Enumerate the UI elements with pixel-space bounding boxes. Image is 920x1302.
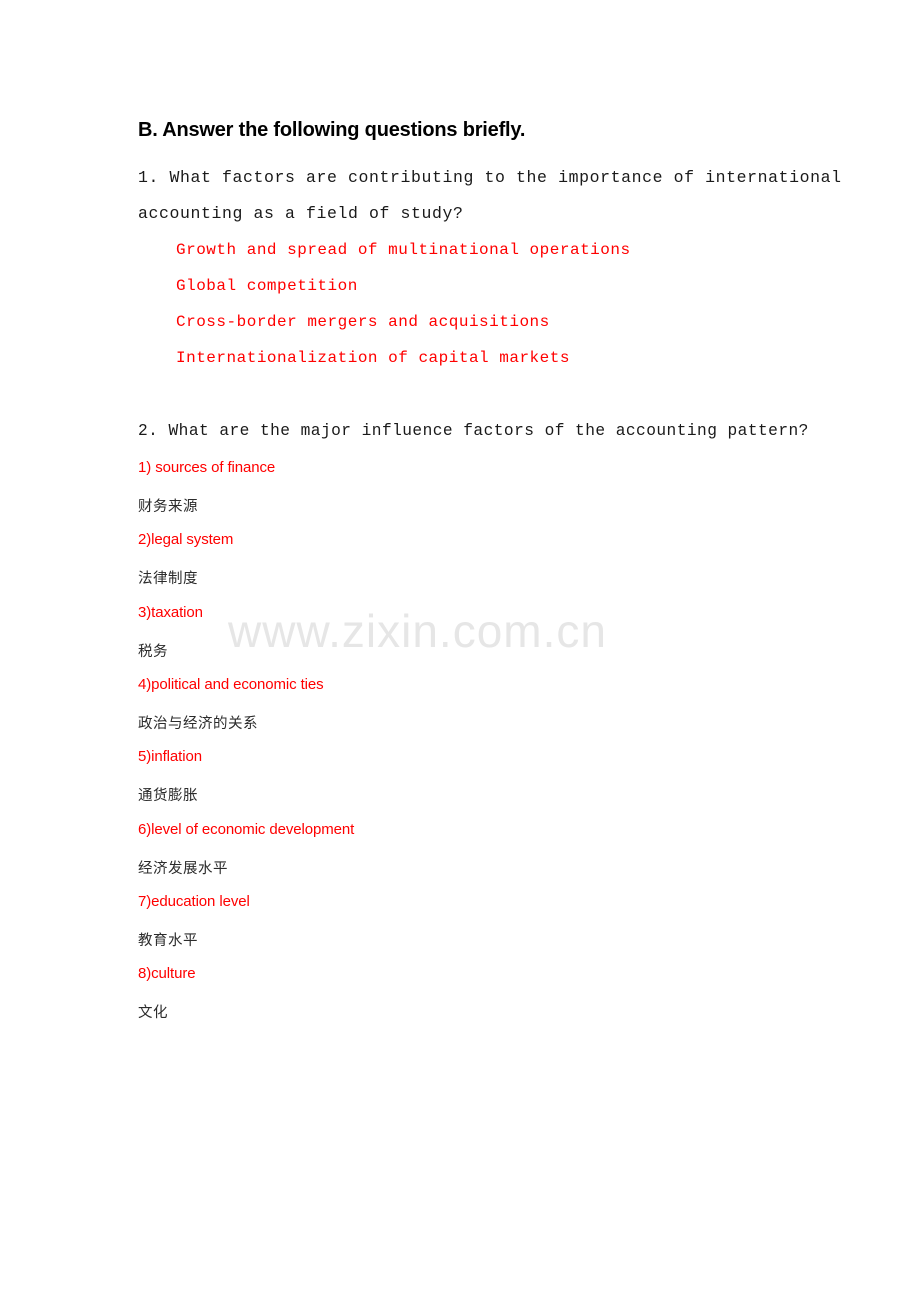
question-2-answer-item-en: 6)level of economic development	[138, 821, 355, 838]
question-2-answer-item-en: 5)inflation	[138, 748, 202, 765]
question-1-answer-line: Internationalization of capital markets	[176, 349, 570, 367]
question-1-answer-line: Cross-border mergers and acquisitions	[176, 313, 550, 331]
question-2-answer-item-zh: 文化	[138, 1005, 168, 1021]
question-2-answer-item-zh: 法律制度	[138, 571, 198, 587]
question-2-text-line-1: 2. What are the major influence factors …	[138, 422, 809, 440]
question-2-answer-item-zh: 教育水平	[138, 933, 198, 949]
question-2-answer-item-en: 8)culture	[138, 965, 196, 982]
question-2-answer-item-en: 2)legal system	[138, 531, 234, 548]
section-heading: B. Answer the following questions briefl…	[138, 119, 526, 141]
question-1-answer-line: Global competition	[176, 277, 358, 295]
question-2-answer-item-zh: 经济发展水平	[138, 861, 228, 877]
question-1-text-line-2: accounting as a field of study?	[138, 204, 464, 223]
document-page: www.zixin.com.cn B. Answer the following…	[0, 0, 920, 1302]
question-2-answer-item-en: 4)political and economic ties	[138, 676, 324, 693]
question-2-answer-item-en: 3)taxation	[138, 604, 203, 621]
question-2-answer-item-en: 7)education level	[138, 893, 250, 910]
question-2-answer-item-zh: 税务	[138, 644, 168, 660]
question-2-answer-item-en: 1) sources of finance	[138, 459, 276, 476]
question-2-answer-item-zh: 通货膨胀	[138, 788, 198, 804]
question-2-answer-item-zh: 政治与经济的关系	[138, 716, 258, 732]
watermark-text: www.zixin.com.cn	[228, 605, 607, 657]
question-2-answer-item-zh: 财务来源	[138, 499, 198, 515]
question-1-text-line-1: 1. What factors are contributing to the …	[138, 168, 842, 187]
question-1-answer-line: Growth and spread of multinational opera…	[176, 241, 631, 259]
